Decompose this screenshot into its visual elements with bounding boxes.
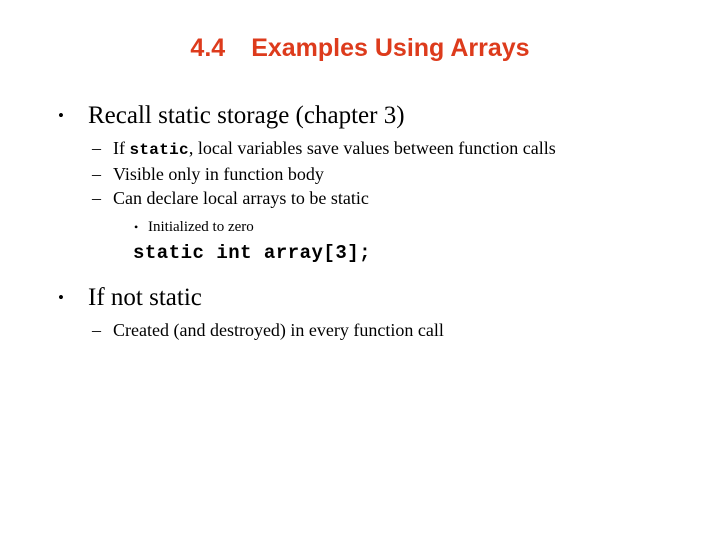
bullet-item-level2-if-static: – If static, local variables save values … [0,136,720,162]
bullet-text: If not static [88,284,202,311]
code-line-static-int-array: static int array[3]; [133,242,372,264]
slide: 4.4 Examples Using Arrays • Recall static… [0,0,720,540]
bullet-marker-level2-icon: – [92,138,101,158]
bullet-marker-level1-icon: • [58,106,64,125]
bullet-text: Initialized to zero [148,219,254,235]
bullet-marker-level3-icon: • [134,220,139,234]
bullet-text: Created (and destroyed) in every functio… [113,320,444,340]
bullet-marker-level2-icon: – [92,188,101,208]
bullet-text-after-keyword: , local variables save values between fu… [188,138,556,158]
bullet-text-before-keyword: If [113,138,130,158]
bullet-text: Visible only in function body [113,164,324,184]
bullet-marker-level2-icon: – [92,164,101,184]
bullet-item-level2-created-and-destroyed: – Created (and destroyed) in every funct… [0,318,720,342]
slide-title-number: 4.4 [190,34,226,62]
slide-body: • Recall static storage (chapter 3) – If … [0,99,720,342]
bullet-item-level2-can-declare: – Can declare local arrays to be static [0,186,720,210]
bullet-text: Can declare local arrays to be static [113,188,369,208]
bullet-item-level1-recall-static-storage: • Recall static storage (chapter 3) [0,99,720,132]
bullet-text: Recall static storage (chapter 3) [88,102,405,129]
slide-title-text: Examples Using Arrays [251,34,530,62]
slide-title: 4.4 Examples Using Arrays [0,33,720,63]
bullet-item-level3-initialized-to-zero: • Initialized to zero [0,216,720,238]
bullet-item-level1-if-not-static: • If not static [0,281,720,314]
code-keyword-static: static [129,141,189,159]
bullet-marker-level2-icon: – [92,320,101,340]
bullet-marker-level1-icon: • [58,288,64,307]
bullet-item-level2-visible-only: – Visible only in function body [0,162,720,186]
